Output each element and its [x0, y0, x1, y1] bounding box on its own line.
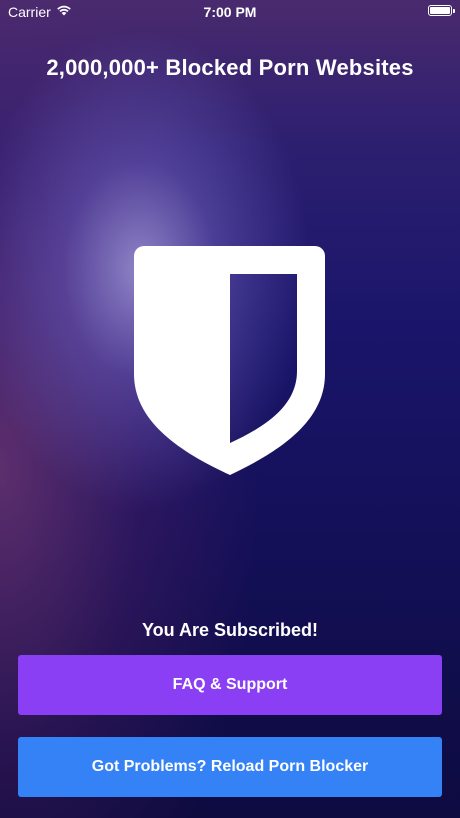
app-screen: Carrier 7:00 PM 2,000,000+ Blocked Porn … — [0, 0, 460, 818]
status-bar: Carrier 7:00 PM — [0, 0, 460, 24]
battery-level-fill — [430, 7, 450, 14]
reload-blocker-button[interactable]: Got Problems? Reload Porn Blocker — [18, 737, 442, 797]
headline: 2,000,000+ Blocked Porn Websites — [46, 55, 414, 80]
shield-icon — [134, 246, 325, 475]
faq-support-button[interactable]: FAQ & Support — [18, 655, 442, 715]
subscription-status: You Are Subscribed! — [141, 620, 319, 640]
status-time: 7:00 PM — [203, 4, 257, 20]
battery-icon — [428, 5, 455, 16]
